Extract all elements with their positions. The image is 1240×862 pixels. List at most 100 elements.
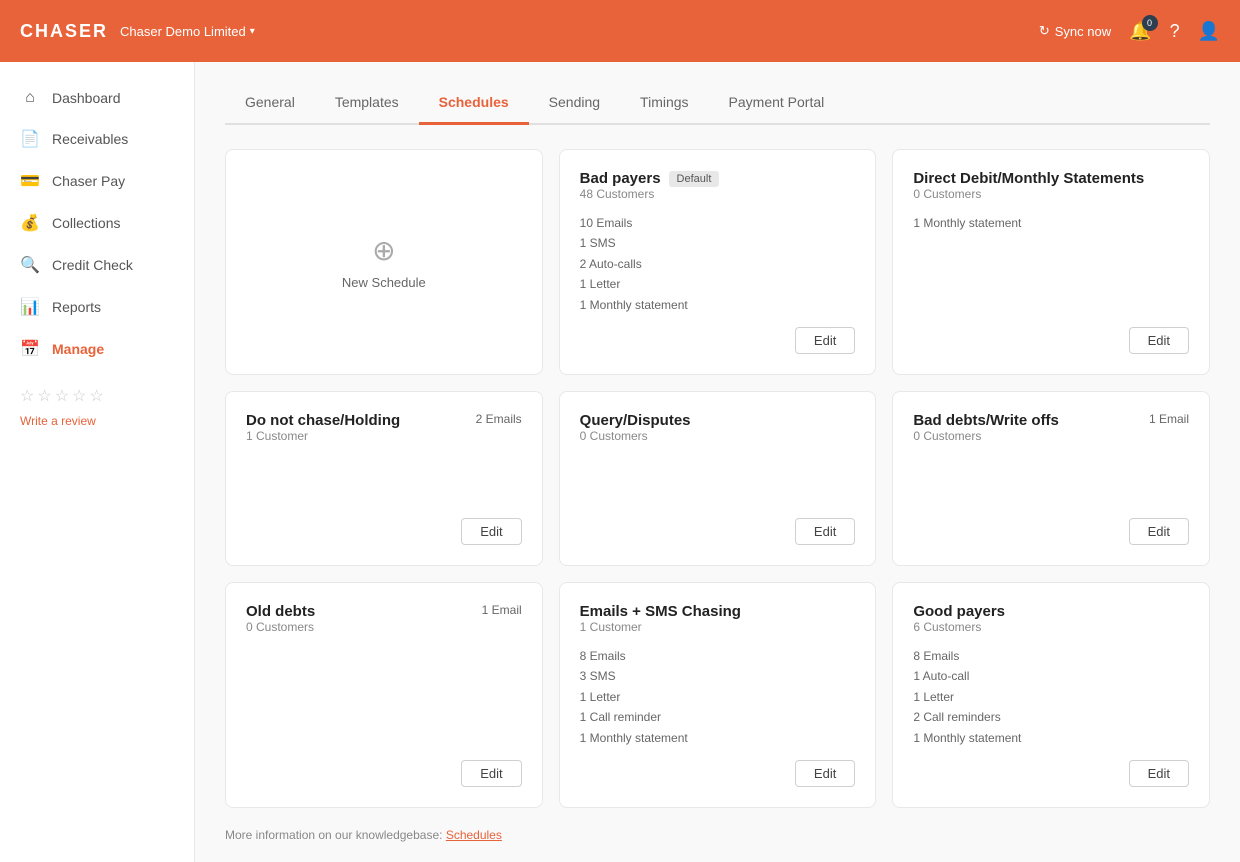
card-bad-debts-edit[interactable]: Edit	[1129, 518, 1189, 545]
tab-general[interactable]: General	[225, 82, 315, 125]
new-schedule-label: New Schedule	[342, 275, 426, 290]
sidebar-label-collections: Collections	[52, 215, 120, 231]
card-do-not-chase-customers: 1 Customer	[246, 429, 400, 443]
footer-text: More information on our knowledgebase:	[225, 828, 442, 842]
card-emails-sms-customers: 1 Customer	[580, 620, 741, 634]
tab-timings[interactable]: Timings	[620, 82, 709, 125]
footer-link[interactable]: Schedules	[446, 828, 502, 842]
card-bad-debts-footer: Edit	[913, 506, 1189, 545]
card-bad-debts-title: Bad debts/Write offs	[913, 412, 1059, 429]
settings-tabs: General Templates Schedules Sending Timi…	[225, 82, 1210, 125]
notifications-icon[interactable]: 🔔 0	[1129, 21, 1151, 42]
stat-item: 2 Call reminders	[913, 707, 1189, 727]
topnav: CHASER Chaser Demo Limited ▾ ↻ Sync now …	[0, 0, 1240, 62]
card-do-not-chase-stats-inline: 2 Emails	[476, 412, 522, 426]
user-icon[interactable]: 👤	[1198, 21, 1220, 42]
brand-logo: CHASER	[20, 21, 108, 42]
sidebar-label-credit-check: Credit Check	[52, 257, 133, 273]
stat-item: 1 Letter	[580, 687, 856, 707]
card-bad-payers-edit[interactable]: Edit	[795, 327, 855, 354]
card-do-not-chase-title: Do not chase/Holding	[246, 412, 400, 429]
card-do-not-chase: Do not chase/Holding 1 Customer 2 Emails…	[225, 391, 543, 566]
card-good-payers-customers: 6 Customers	[913, 620, 1005, 634]
card-bad-payers-title: Bad payers	[580, 170, 661, 187]
card-old-debts: Old debts 0 Customers 1 Email Edit	[225, 582, 543, 808]
sidebar-label-reports: Reports	[52, 299, 101, 315]
card-bad-payers-badge: Default	[669, 171, 720, 187]
stat-item: 3 SMS	[580, 666, 856, 686]
help-icon[interactable]: ?	[1170, 21, 1180, 42]
stat-item: 1 Letter	[913, 687, 1189, 707]
collections-icon: 💰	[20, 213, 40, 233]
sidebar-item-reports[interactable]: 📊 Reports	[0, 286, 194, 328]
sidebar-item-manage[interactable]: 📅 Manage	[0, 328, 194, 370]
card-query-disputes-header: Query/Disputes 0 Customers	[580, 412, 856, 451]
stat-item: 1 Monthly statement	[580, 728, 856, 748]
new-schedule-card[interactable]: ⊕ New Schedule	[225, 149, 543, 375]
stat-item: 2 Auto-calls	[580, 254, 856, 274]
card-bad-debts-customers: 0 Customers	[913, 429, 1059, 443]
app-layout: ⌂ Dashboard 📄 Receivables 💳 Chaser Pay 💰…	[0, 62, 1240, 862]
sidebar-item-dashboard[interactable]: ⌂ Dashboard	[0, 78, 194, 118]
card-good-payers-edit[interactable]: Edit	[1129, 760, 1189, 787]
card-emails-sms-edit[interactable]: Edit	[795, 760, 855, 787]
card-old-debts-header: Old debts 0 Customers 1 Email	[246, 603, 522, 642]
sidebar-item-collections[interactable]: 💰 Collections	[0, 202, 194, 244]
card-do-not-chase-edit[interactable]: Edit	[461, 518, 521, 545]
card-emails-sms-title: Emails + SMS Chasing	[580, 603, 741, 620]
write-review-link[interactable]: Write a review	[20, 414, 96, 428]
sidebar-item-chaser-pay[interactable]: 💳 Chaser Pay	[0, 160, 194, 202]
search-icon: 🔍	[20, 255, 40, 275]
sidebar-item-credit-check[interactable]: 🔍 Credit Check	[0, 244, 194, 286]
card-bad-payers: Bad payers Default 48 Customers 10 Email…	[559, 149, 877, 375]
card-direct-debit-footer: Edit	[913, 315, 1189, 354]
document-icon: 📄	[20, 129, 40, 149]
card-emails-sms: Emails + SMS Chasing 1 Customer 8 Emails…	[559, 582, 877, 808]
card-query-disputes-customers: 0 Customers	[580, 429, 691, 443]
star-2: ☆	[37, 386, 51, 406]
tab-schedules[interactable]: Schedules	[419, 82, 529, 125]
tab-templates[interactable]: Templates	[315, 82, 419, 125]
stat-item: 1 Letter	[580, 274, 856, 294]
card-direct-debit-header: Direct Debit/Monthly Statements 0 Custom…	[913, 170, 1189, 209]
sidebar-label-dashboard: Dashboard	[52, 90, 121, 106]
sidebar-item-receivables[interactable]: 📄 Receivables	[0, 118, 194, 160]
stat-item: 1 Monthly statement	[913, 728, 1189, 748]
card-good-payers-title: Good payers	[913, 603, 1005, 620]
card-old-debts-stats-inline: 1 Email	[482, 603, 522, 617]
stat-item: 1 Call reminder	[580, 707, 856, 727]
stat-item: 10 Emails	[580, 213, 856, 233]
stat-item: 1 SMS	[580, 233, 856, 253]
card-direct-debit-stats: 1 Monthly statement	[913, 213, 1189, 315]
card-old-debts-footer: Edit	[246, 748, 522, 787]
card-old-debts-title: Old debts	[246, 603, 315, 620]
card-do-not-chase-footer: Edit	[246, 506, 522, 545]
tab-sending[interactable]: Sending	[529, 82, 620, 125]
plus-circle-icon: ⊕	[372, 234, 395, 267]
calendar-icon: 📅	[20, 339, 40, 359]
card-old-debts-edit[interactable]: Edit	[461, 760, 521, 787]
card-good-payers-stats: 8 Emails1 Auto-call1 Letter2 Call remind…	[913, 646, 1189, 748]
card-good-payers-header: Good payers 6 Customers	[913, 603, 1189, 642]
sidebar-label-receivables: Receivables	[52, 131, 128, 147]
card-old-debts-customers: 0 Customers	[246, 620, 315, 634]
sync-button[interactable]: ↻ Sync now	[1039, 23, 1111, 39]
card-bad-debts: Bad debts/Write offs 0 Customers 1 Email…	[892, 391, 1210, 566]
sync-icon: ↻	[1039, 23, 1050, 39]
star-3: ☆	[55, 386, 69, 406]
stat-item: 1 Monthly statement	[580, 295, 856, 315]
schedules-grid: ⊕ New Schedule Bad payers Default 48 Cus…	[225, 149, 1210, 808]
card-good-payers-footer: Edit	[913, 748, 1189, 787]
chart-icon: 📊	[20, 297, 40, 317]
stat-item: 1 Auto-call	[913, 666, 1189, 686]
card-bad-payers-footer: Edit	[580, 315, 856, 354]
card-bad-debts-header: Bad debts/Write offs 0 Customers 1 Email	[913, 412, 1189, 451]
card-direct-debit-edit[interactable]: Edit	[1129, 327, 1189, 354]
company-name: Chaser Demo Limited	[120, 24, 246, 39]
sidebar: ⌂ Dashboard 📄 Receivables 💳 Chaser Pay 💰…	[0, 62, 195, 862]
tab-payment-portal[interactable]: Payment Portal	[709, 82, 845, 125]
card-direct-debit-title: Direct Debit/Monthly Statements	[913, 170, 1144, 187]
card-query-disputes-edit[interactable]: Edit	[795, 518, 855, 545]
star-1: ☆	[20, 386, 34, 406]
company-selector[interactable]: Chaser Demo Limited ▾	[120, 24, 255, 39]
